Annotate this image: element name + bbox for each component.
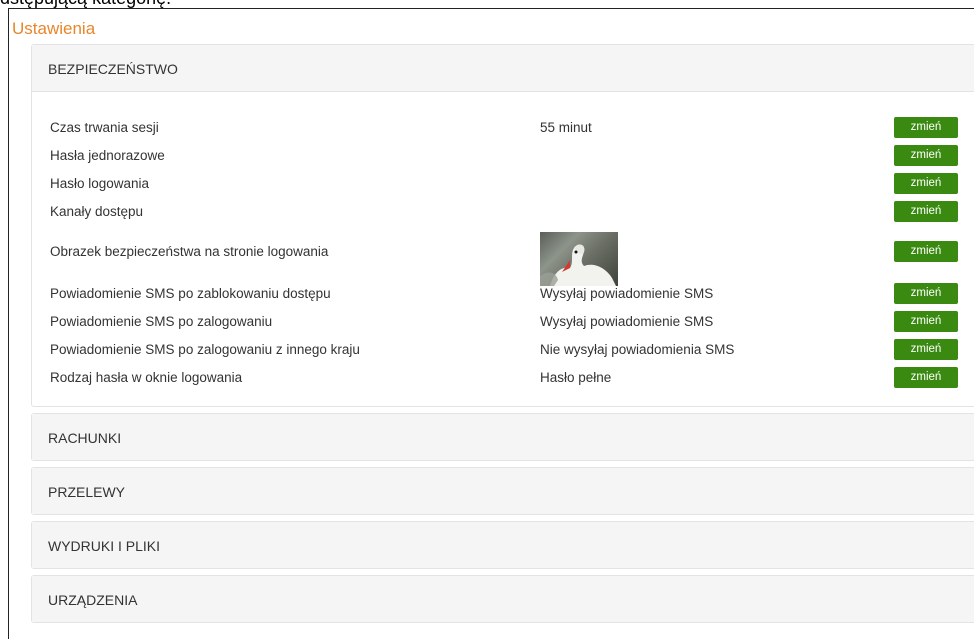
setting-label: Kanały dostępu (50, 204, 144, 219)
panel-accounts: RACHUNKI (31, 413, 974, 461)
setting-value: Hasło pełne (540, 370, 612, 385)
setting-row-login-password: Hasło logowania zmień (32, 173, 972, 199)
setting-row-sms-login-abroad: Powiadomienie SMS po zalogowaniu z inneg… (32, 339, 972, 365)
change-password-type-button[interactable]: zmień (894, 367, 958, 388)
settings-frame: Ustawienia BEZPIECZEŃSTWO Czas trwania s… (8, 8, 974, 639)
setting-label: Powiadomienie SMS po zalogowaniu z inneg… (50, 342, 360, 357)
panel-header-devices[interactable]: URZĄDZENIA (32, 576, 974, 622)
change-access-channels-button[interactable]: zmień (894, 201, 958, 222)
panel-header-printouts-files[interactable]: WYDRUKI I PLIKI (32, 522, 974, 568)
setting-value: Wysyłaj powiadomienie SMS (540, 286, 714, 301)
change-sms-blocked-button[interactable]: zmień (894, 283, 958, 304)
setting-row-password-type: Rodzaj hasła w oknie logowania Hasło peł… (32, 367, 972, 393)
setting-label: Czas trwania sesji (50, 120, 159, 135)
panel-header-accounts[interactable]: RACHUNKI (32, 414, 974, 460)
security-settings-list: Czas trwania sesji 55 minut zmień Hasła … (32, 92, 974, 406)
setting-value: Nie wysyłaj powiadomienia SMS (540, 342, 735, 357)
setting-row-sms-login: Powiadomienie SMS po zalogowaniu Wysyłaj… (32, 311, 972, 337)
page-title: Ustawienia (12, 19, 96, 38)
change-one-time-passwords-button[interactable]: zmień (894, 145, 958, 166)
setting-label: Hasło logowania (50, 176, 150, 191)
setting-label: Hasła jednorazowe (50, 148, 165, 163)
setting-row-session-time: Czas trwania sesji 55 minut zmień (32, 117, 972, 143)
setting-label: Powiadomienie SMS po zablokowaniu dostęp… (50, 286, 331, 301)
setting-label: Powiadomienie SMS po zalogowaniu (50, 314, 273, 329)
setting-value: Wysyłaj powiadomienie SMS (540, 314, 714, 329)
setting-label: Rodzaj hasła w oknie logowania (50, 370, 243, 385)
setting-row-one-time-passwords: Hasła jednorazowe zmień (32, 145, 972, 171)
top-caption: dstępującą kategorię. (0, 0, 171, 8)
setting-row-access-channels: Kanały dostępu zmień (32, 201, 972, 227)
change-login-password-button[interactable]: zmień (894, 173, 958, 194)
panel-header-transfers[interactable]: PRZELEWY (32, 468, 974, 514)
change-security-image-button[interactable]: zmień (894, 241, 958, 262)
panel-printouts-files: WYDRUKI I PLIKI (31, 521, 974, 569)
change-sms-login-button[interactable]: zmień (894, 311, 958, 332)
change-sms-login-abroad-button[interactable]: zmień (894, 339, 958, 360)
panel-header-security[interactable]: BEZPIECZEŃSTWO (32, 45, 974, 92)
change-session-time-button[interactable]: zmień (894, 117, 958, 138)
security-image-swan (540, 232, 618, 286)
panel-devices: URZĄDZENIA (31, 575, 974, 623)
panel-security: BEZPIECZEŃSTWO Czas trwania sesji 55 min… (31, 44, 974, 407)
panel-transfers: PRZELEWY (31, 467, 974, 515)
setting-label: Obrazek bezpieczeństwa na stronie logowa… (50, 244, 329, 259)
setting-row-security-image: Obrazek bezpieczeństwa na stronie logowa… (32, 232, 972, 286)
setting-value: 55 minut (540, 120, 592, 135)
setting-row-sms-blocked: Powiadomienie SMS po zablokowaniu dostęp… (32, 283, 972, 309)
